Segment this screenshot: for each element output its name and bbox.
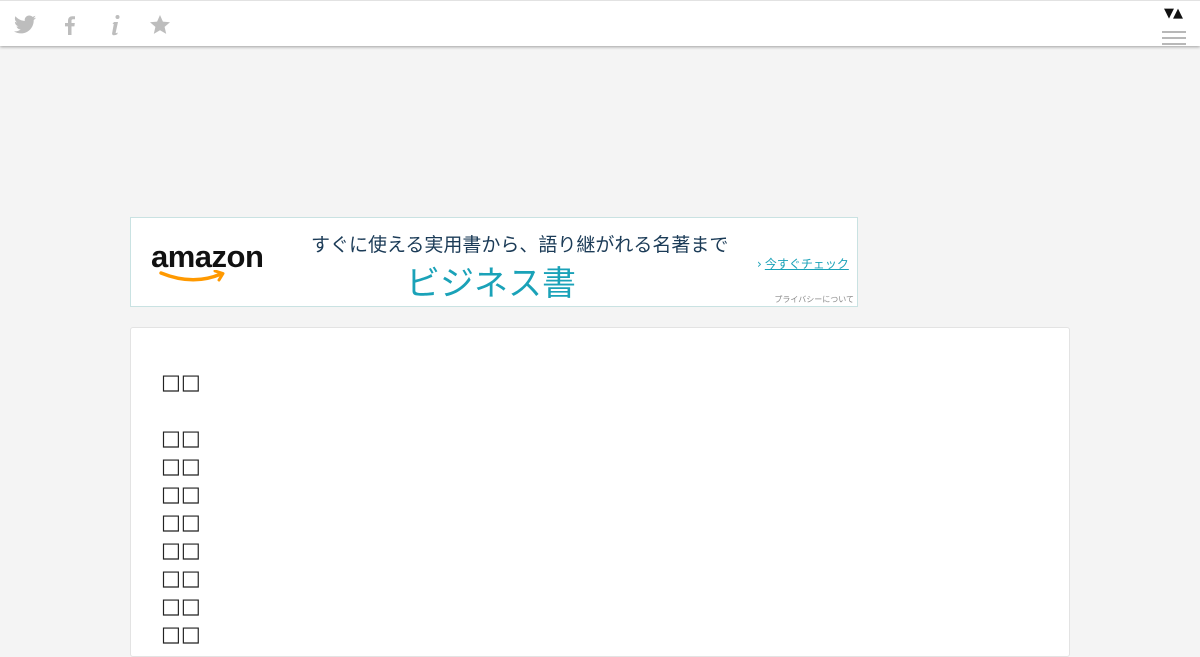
ad-privacy-link[interactable]: プライバシーについて	[774, 294, 854, 305]
ad-tagline: すぐに使える実用書から、語り継がれる名著まで	[311, 234, 729, 256]
star-icon[interactable]	[148, 13, 172, 37]
twitter-icon[interactable]	[13, 13, 37, 37]
chevron-right-icon: ›	[757, 257, 762, 271]
content-line: □□	[161, 594, 201, 618]
facebook-icon[interactable]	[58, 13, 82, 37]
info-icon[interactable]	[103, 13, 127, 37]
content-card: □□ □□ □□ □□ □□ □□ □□ □□ □□	[130, 327, 1070, 657]
content-line: □□	[161, 538, 201, 562]
amazon-smile-icon	[159, 270, 225, 282]
menu-icon[interactable]	[1162, 31, 1186, 47]
content-lines: □□ □□ □□ □□ □□ □□ □□ □□	[161, 424, 201, 648]
ad-cta-link[interactable]: › 今すぐチェック	[757, 255, 849, 272]
content-line: □□	[161, 482, 201, 506]
ad-cta-label: 今すぐチェック	[764, 257, 849, 271]
amazon-ad-banner[interactable]: amazon すぐに使える実用書から、語り継がれる名著まで ビジネス書 › 今すぐ…	[130, 217, 858, 307]
page-nav-arrows[interactable]: ▼▲	[1164, 7, 1183, 21]
content-title: □□	[161, 370, 201, 394]
amazon-logo-text: amazon	[151, 239, 264, 274]
content-line: □□	[161, 454, 201, 478]
content-line: □□	[161, 622, 201, 646]
ad-headline: ビジネス書	[406, 264, 576, 304]
content-line: □□	[161, 510, 201, 534]
content-line: □□	[161, 426, 201, 450]
top-toolbar: ▼▲	[0, 0, 1200, 46]
content-line: □□	[161, 566, 201, 590]
amazon-logo: amazon	[151, 240, 271, 284]
